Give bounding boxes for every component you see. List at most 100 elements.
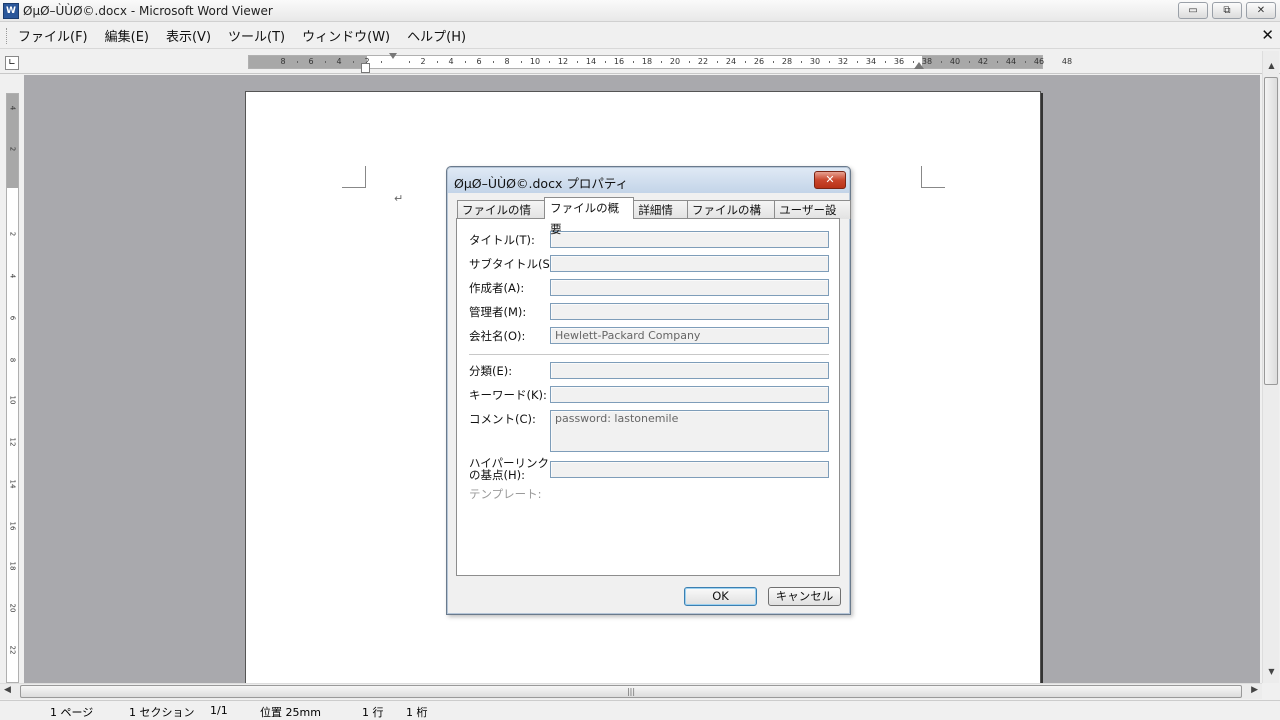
menu-tools[interactable]: ツール(T): [228, 26, 285, 45]
scroll-up-icon[interactable]: ▲: [1263, 61, 1280, 75]
ruler-tick-label: 36: [893, 57, 905, 66]
tab-statistics[interactable]: 詳細情報: [633, 200, 689, 235]
author-label: 作成者(A):: [469, 281, 525, 295]
cancel-button[interactable]: キャンセル: [768, 587, 841, 606]
dialog-close-button[interactable]: ✕: [814, 171, 846, 189]
tab-custom[interactable]: ユーザー設定: [774, 200, 851, 235]
vruler-tick-label: 20: [8, 603, 17, 613]
ruler-tick-label: 14: [585, 57, 597, 66]
menu-window[interactable]: ウィンドウ(W): [302, 26, 390, 45]
ruler-tick-label: 44: [1005, 57, 1017, 66]
tab-selector-icon[interactable]: ∟: [5, 56, 19, 70]
scroll-right-icon[interactable]: ▶: [1251, 685, 1258, 695]
company-field[interactable]: Hewlett-Packard Company: [550, 327, 829, 344]
vruler-tick-label: 2: [8, 231, 17, 237]
vruler-tick-label: 2: [8, 146, 17, 152]
tab-summary[interactable]: ファイルの概要: [544, 197, 635, 236]
ruler-tick-label: 20: [669, 57, 681, 66]
vruler-tick-label: 18: [8, 561, 17, 571]
ruler-tick-mark: [549, 61, 550, 63]
horizontal-scrollbar[interactable]: ◀ ||| ▶: [0, 683, 1262, 699]
menu-edit[interactable]: 編集(E): [105, 26, 149, 45]
company-label: 会社名(O):: [469, 329, 526, 343]
menu-help[interactable]: ヘルプ(H): [407, 26, 466, 45]
ruler-tick-label: 42: [977, 57, 989, 66]
ruler-tick-mark: [437, 61, 438, 63]
ruler-tick-label: 18: [641, 57, 653, 66]
menu-file[interactable]: ファイル(F): [18, 26, 88, 45]
ruler-tick-label: 4: [448, 57, 454, 66]
word-app-icon[interactable]: W: [3, 2, 19, 19]
keywords-field[interactable]: [550, 386, 829, 403]
category-field[interactable]: [550, 362, 829, 379]
ok-button[interactable]: OK: [684, 587, 757, 606]
vruler-tick-label: 16: [8, 521, 17, 531]
ruler-tick-label: 48: [1061, 57, 1073, 66]
ruler-tick-mark: [409, 61, 410, 63]
minimize-button[interactable]: ▭: [1178, 2, 1208, 19]
ruler-tick-label: 26: [753, 57, 765, 66]
tab-general[interactable]: ファイルの情報: [457, 200, 546, 235]
dialog-tabs: ファイルの情報 ファイルの概要 詳細情報 ファイルの構成 ユーザー設定: [457, 197, 851, 236]
vruler-tick-label: 14: [8, 479, 17, 489]
vertical-scrollbar[interactable]: ▲ ▼: [1262, 51, 1279, 683]
comments-field[interactable]: password: lastonemile: [550, 410, 829, 452]
vertical-ruler[interactable]: 4 2 2 4 6 8 10 12 14 16 18 20 22: [6, 93, 19, 683]
vruler-tick-label: 6: [8, 315, 17, 321]
dialog-title-bar[interactable]: ØµØ–ÙÙØ©.docx プロパティ ✕: [448, 168, 849, 193]
vertical-scroll-thumb[interactable]: [1264, 77, 1278, 385]
vruler-tick-label: 22: [8, 645, 17, 655]
menu-view[interactable]: 表示(V): [166, 26, 211, 45]
ruler-tick-label: 24: [725, 57, 737, 66]
summary-panel: タイトル(T): サブタイトル(S): 作成者(A): 管理者(M): 会社名(…: [456, 218, 840, 576]
manager-label: 管理者(M):: [469, 305, 527, 319]
close-document-icon[interactable]: ✕: [1261, 26, 1274, 44]
restore-button[interactable]: ⧉: [1212, 2, 1242, 19]
first-line-indent-marker[interactable]: [389, 53, 397, 59]
ruler-tick-mark: [745, 61, 746, 63]
ruler-tick-label: 32: [837, 57, 849, 66]
ruler-tick-mark: [465, 61, 466, 63]
paragraph-mark-icon: ↵: [394, 192, 404, 205]
vertical-ruler-bar: 4 2 2 4 6 8 10 12 14 16 18 20 22: [0, 75, 24, 683]
hyperlink-base-field[interactable]: [550, 461, 829, 478]
ruler-tick-label: 8: [504, 57, 510, 66]
crop-mark-top-left: [342, 166, 366, 188]
ruler-tick-mark: [577, 61, 578, 63]
ruler-tick-mark: [941, 61, 942, 63]
menu-bar: ファイル(F) 編集(E) 表示(V) ツール(T) ウィンドウ(W) ヘルプ(…: [0, 23, 1280, 49]
right-indent-marker[interactable]: [914, 62, 924, 69]
author-field[interactable]: [550, 279, 829, 296]
scroll-down-icon[interactable]: ▼: [1263, 667, 1280, 681]
vruler-tick-label: 12: [8, 437, 17, 447]
ruler-tick-mark: [381, 61, 382, 63]
ruler-tick-mark: [997, 61, 998, 63]
ruler-tick-mark: [661, 61, 662, 63]
ruler-tick-mark: [773, 61, 774, 63]
field-separator: [469, 354, 829, 356]
close-window-button[interactable]: ✕: [1246, 2, 1276, 19]
subtitle-field[interactable]: [550, 255, 829, 272]
status-column: 1 桁: [406, 706, 428, 719]
ruler-tick-mark: [801, 61, 802, 63]
vruler-tick-label: 4: [8, 105, 17, 111]
menubar-grip[interactable]: [6, 28, 9, 44]
title-field[interactable]: [550, 231, 829, 248]
properties-dialog: ØµØ–ÙÙØ©.docx プロパティ ✕ ファイルの情報 ファイルの概要 詳細…: [446, 166, 851, 615]
ruler-tick-mark: [353, 61, 354, 63]
comments-label: コメント(C):: [469, 412, 536, 426]
manager-field[interactable]: [550, 303, 829, 320]
ruler-tick-label: 6: [476, 57, 482, 66]
template-label: テンプレート:: [469, 487, 542, 501]
ruler-tick-mark: [857, 61, 858, 63]
ruler-tick-label: 34: [865, 57, 877, 66]
ruler-tick-mark: [325, 61, 326, 63]
scroll-left-icon[interactable]: ◀: [4, 685, 11, 695]
status-section: 1 セクション: [129, 706, 195, 719]
left-indent-marker[interactable]: [361, 63, 370, 73]
ruler-tick-label: 10: [529, 57, 541, 66]
ruler-tick-label: 2: [420, 57, 426, 66]
subtitle-label: サブタイトル(S):: [469, 257, 559, 271]
tab-contents[interactable]: ファイルの構成: [687, 200, 776, 235]
horizontal-scroll-thumb[interactable]: |||: [20, 685, 1242, 698]
